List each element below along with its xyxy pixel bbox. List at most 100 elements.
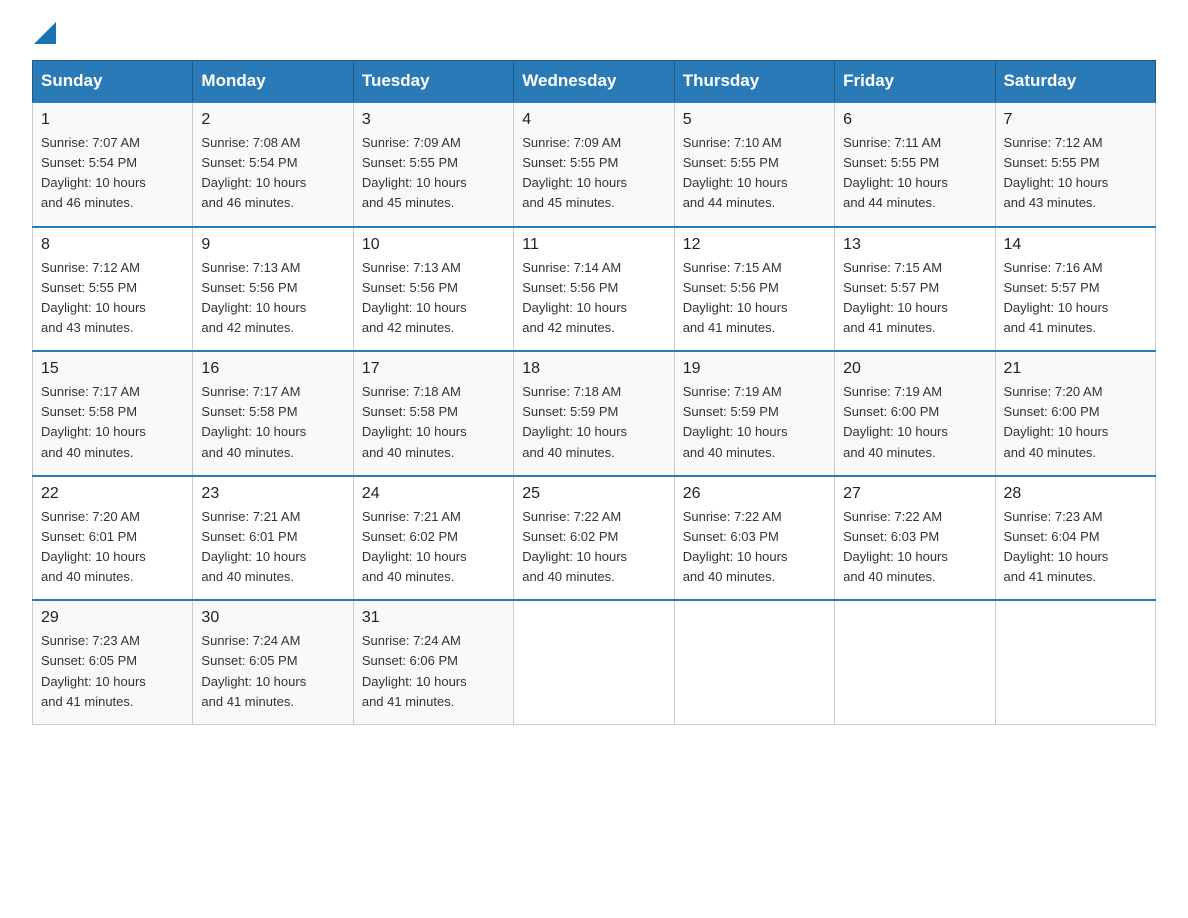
day-number: 6 [843, 111, 986, 129]
day-cell-25: 25Sunrise: 7:22 AMSunset: 6:02 PMDayligh… [514, 476, 674, 601]
day-cell-27: 27 Sunrise: 7:22 AMSunset: 6:03 PMDayligh… [835, 476, 995, 601]
day-cell-18: 18 Sunrise: 7:18 AMSunset: 5:59 PMDayligh… [514, 351, 674, 476]
empty-cell [995, 600, 1155, 724]
day-info: Sunrise: 7:18 AMSunset: 5:58 PMDaylight:… [362, 382, 505, 463]
day-number: 3 [362, 111, 505, 129]
day-number: 30 [201, 609, 344, 627]
day-info: Sunrise: 7:11 AMSunset: 5:55 PMDaylight:… [843, 133, 986, 214]
day-number: 2 [201, 111, 344, 129]
day-cell-4: 4 Sunrise: 7:09 AMSunset: 5:55 PMDaylight… [514, 102, 674, 227]
week-row-1: 1 Sunrise: 7:07 AMSunset: 5:54 PMDaylight… [33, 102, 1156, 227]
empty-cell [674, 600, 834, 724]
day-number: 20 [843, 360, 986, 378]
day-cell-3: 3 Sunrise: 7:09 AMSunset: 5:55 PMDaylight… [353, 102, 513, 227]
day-cell-22: 22 Sunrise: 7:20 AMSunset: 6:01 PMDayligh… [33, 476, 193, 601]
day-number: 12 [683, 236, 826, 254]
day-info: Sunrise: 7:12 AMSunset: 5:55 PMDaylight:… [1004, 133, 1147, 214]
day-number: 22 [41, 485, 184, 503]
day-info: Sunrise: 7:19 AMSunset: 5:59 PMDaylight:… [683, 382, 826, 463]
day-cell-14: 14 Sunrise: 7:16 AMSunset: 5:57 PMDayligh… [995, 227, 1155, 352]
day-cell-17: 17 Sunrise: 7:18 AMSunset: 5:58 PMDayligh… [353, 351, 513, 476]
day-number: 24 [362, 485, 505, 503]
day-info: Sunrise: 7:19 AMSunset: 6:00 PMDaylight:… [843, 382, 986, 463]
day-number: 18 [522, 360, 665, 378]
day-info: Sunrise: 7:16 AMSunset: 5:57 PMDaylight:… [1004, 258, 1147, 339]
day-info: Sunrise: 7:23 AMSunset: 6:04 PMDaylight:… [1004, 507, 1147, 588]
empty-cell [835, 600, 995, 724]
day-number: 9 [201, 236, 344, 254]
day-cell-7: 7 Sunrise: 7:12 AMSunset: 5:55 PMDaylight… [995, 102, 1155, 227]
day-cell-19: 19 Sunrise: 7:19 AMSunset: 5:59 PMDayligh… [674, 351, 834, 476]
day-cell-16: 16Sunrise: 7:17 AMSunset: 5:58 PMDayligh… [193, 351, 353, 476]
day-info: Sunrise: 7:22 AMSunset: 6:03 PMDaylight:… [683, 507, 826, 588]
header-tuesday: Tuesday [353, 61, 513, 103]
day-number: 1 [41, 111, 184, 129]
day-number: 31 [362, 609, 505, 627]
day-cell-6: 6 Sunrise: 7:11 AMSunset: 5:55 PMDaylight… [835, 102, 995, 227]
day-cell-13: 13Sunrise: 7:15 AMSunset: 5:57 PMDayligh… [835, 227, 995, 352]
day-number: 14 [1004, 236, 1147, 254]
day-info: Sunrise: 7:17 AMSunset: 5:58 PMDaylight:… [201, 382, 344, 463]
day-cell-28: 28 Sunrise: 7:23 AMSunset: 6:04 PMDayligh… [995, 476, 1155, 601]
day-cell-12: 12 Sunrise: 7:15 AMSunset: 5:56 PMDayligh… [674, 227, 834, 352]
day-info: Sunrise: 7:22 AMSunset: 6:02 PMDaylight:… [522, 507, 665, 588]
day-info: Sunrise: 7:15 AMSunset: 5:57 PMDaylight:… [843, 258, 986, 339]
day-number: 17 [362, 360, 505, 378]
day-number: 7 [1004, 111, 1147, 129]
day-info: Sunrise: 7:24 AMSunset: 6:06 PMDaylight:… [362, 631, 505, 712]
day-info: Sunrise: 7:20 AMSunset: 6:00 PMDaylight:… [1004, 382, 1147, 463]
day-number: 15 [41, 360, 184, 378]
day-info: Sunrise: 7:13 AMSunset: 5:56 PMDaylight:… [362, 258, 505, 339]
day-number: 21 [1004, 360, 1147, 378]
day-info: Sunrise: 7:22 AMSunset: 6:03 PMDaylight:… [843, 507, 986, 588]
page-header [32, 24, 1156, 40]
week-row-4: 22 Sunrise: 7:20 AMSunset: 6:01 PMDayligh… [33, 476, 1156, 601]
day-info: Sunrise: 7:15 AMSunset: 5:56 PMDaylight:… [683, 258, 826, 339]
day-info: Sunrise: 7:08 AMSunset: 5:54 PMDaylight:… [201, 133, 344, 214]
header-sunday: Sunday [33, 61, 193, 103]
day-cell-31: 31 Sunrise: 7:24 AMSunset: 6:06 PMDayligh… [353, 600, 513, 724]
day-info: Sunrise: 7:20 AMSunset: 6:01 PMDaylight:… [41, 507, 184, 588]
logo-triangle-icon [34, 22, 56, 44]
day-info: Sunrise: 7:10 AMSunset: 5:55 PMDaylight:… [683, 133, 826, 214]
calendar-header-row: SundayMondayTuesdayWednesdayThursdayFrid… [33, 61, 1156, 103]
day-number: 29 [41, 609, 184, 627]
day-cell-26: 26Sunrise: 7:22 AMSunset: 6:03 PMDayligh… [674, 476, 834, 601]
day-cell-21: 21 Sunrise: 7:20 AMSunset: 6:00 PMDayligh… [995, 351, 1155, 476]
day-info: Sunrise: 7:23 AMSunset: 6:05 PMDaylight:… [41, 631, 184, 712]
day-info: Sunrise: 7:09 AMSunset: 5:55 PMDaylight:… [522, 133, 665, 214]
week-row-5: 29 Sunrise: 7:23 AMSunset: 6:05 PMDayligh… [33, 600, 1156, 724]
day-cell-8: 8Sunrise: 7:12 AMSunset: 5:55 PMDaylight… [33, 227, 193, 352]
day-info: Sunrise: 7:18 AMSunset: 5:59 PMDaylight:… [522, 382, 665, 463]
day-number: 28 [1004, 485, 1147, 503]
day-number: 11 [522, 236, 665, 254]
day-cell-23: 23Sunrise: 7:21 AMSunset: 6:01 PMDayligh… [193, 476, 353, 601]
day-info: Sunrise: 7:07 AMSunset: 5:54 PMDaylight:… [41, 133, 184, 214]
day-number: 4 [522, 111, 665, 129]
day-info: Sunrise: 7:17 AMSunset: 5:58 PMDaylight:… [41, 382, 184, 463]
day-number: 5 [683, 111, 826, 129]
day-cell-11: 11 Sunrise: 7:14 AMSunset: 5:56 PMDayligh… [514, 227, 674, 352]
day-cell-2: 2 Sunrise: 7:08 AMSunset: 5:54 PMDaylight… [193, 102, 353, 227]
day-cell-30: 30 Sunrise: 7:24 AMSunset: 6:05 PMDayligh… [193, 600, 353, 724]
calendar-table: SundayMondayTuesdayWednesdayThursdayFrid… [32, 60, 1156, 725]
week-row-2: 8Sunrise: 7:12 AMSunset: 5:55 PMDaylight… [33, 227, 1156, 352]
day-cell-9: 9 Sunrise: 7:13 AMSunset: 5:56 PMDaylight… [193, 227, 353, 352]
day-info: Sunrise: 7:09 AMSunset: 5:55 PMDaylight:… [362, 133, 505, 214]
day-cell-20: 20 Sunrise: 7:19 AMSunset: 6:00 PMDayligh… [835, 351, 995, 476]
header-friday: Friday [835, 61, 995, 103]
day-cell-1: 1 Sunrise: 7:07 AMSunset: 5:54 PMDaylight… [33, 102, 193, 227]
header-thursday: Thursday [674, 61, 834, 103]
day-info: Sunrise: 7:12 AMSunset: 5:55 PMDaylight:… [41, 258, 184, 339]
day-cell-24: 24Sunrise: 7:21 AMSunset: 6:02 PMDayligh… [353, 476, 513, 601]
day-info: Sunrise: 7:24 AMSunset: 6:05 PMDaylight:… [201, 631, 344, 712]
day-info: Sunrise: 7:13 AMSunset: 5:56 PMDaylight:… [201, 258, 344, 339]
header-monday: Monday [193, 61, 353, 103]
day-cell-29: 29 Sunrise: 7:23 AMSunset: 6:05 PMDayligh… [33, 600, 193, 724]
day-number: 27 [843, 485, 986, 503]
day-number: 19 [683, 360, 826, 378]
empty-cell [514, 600, 674, 724]
header-wednesday: Wednesday [514, 61, 674, 103]
week-row-3: 15 Sunrise: 7:17 AMSunset: 5:58 PMDayligh… [33, 351, 1156, 476]
day-info: Sunrise: 7:14 AMSunset: 5:56 PMDaylight:… [522, 258, 665, 339]
